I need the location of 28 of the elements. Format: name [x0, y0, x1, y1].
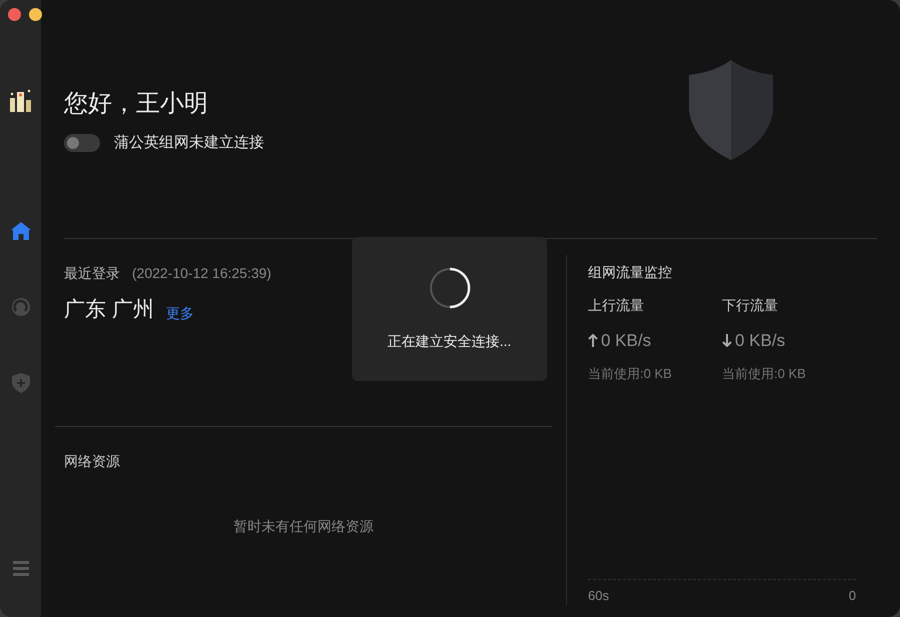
loading-message: 正在建立安全连接...	[388, 332, 512, 351]
last-login-label: 最近登录	[64, 264, 120, 283]
traffic-label: 下行流量	[722, 296, 779, 315]
up-arrow-icon	[588, 334, 598, 348]
spinner-icon	[428, 267, 470, 309]
section-title: 组网流量监控	[588, 263, 673, 282]
axis-label: 0	[848, 586, 856, 604]
usage-text: 当前使用:0 KB	[588, 364, 673, 382]
empty-message: 暂时未有任何网络资源	[234, 517, 374, 536]
connection-status: 蒲公英组网未建立连接	[114, 133, 264, 153]
last-login-time: (2022-10-12 16:25:39)	[132, 264, 272, 283]
greeting: 您好，王小明	[64, 89, 209, 119]
connection-toggle[interactable]	[64, 134, 100, 152]
minimize-button[interactable]	[29, 8, 42, 21]
candles-logo	[8, 88, 34, 112]
axis-label: 60s	[588, 586, 609, 604]
home-icon[interactable]	[10, 222, 30, 240]
down-arrow-icon	[722, 334, 732, 348]
section-title: 网络资源	[64, 452, 121, 471]
login-location: 广东 广州	[64, 297, 154, 323]
more-link[interactable]: 更多	[166, 302, 194, 324]
menu-icon[interactable]	[12, 561, 28, 576]
close-button[interactable]	[8, 8, 21, 21]
traffic-rate: 0 KB/s	[601, 330, 652, 352]
traffic-rate: 0 KB/s	[735, 330, 786, 352]
traffic-label: 上行流量	[588, 296, 645, 315]
usage-text: 当前使用:0 KB	[722, 364, 807, 382]
shield-icon	[689, 60, 773, 160]
